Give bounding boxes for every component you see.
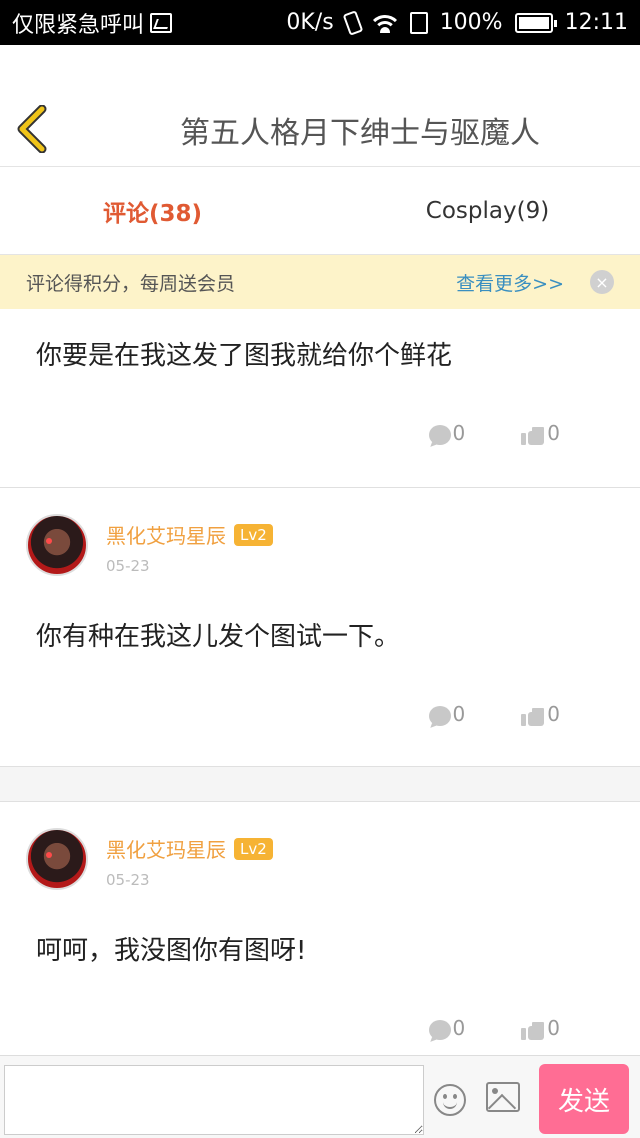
like-count: 0 bbox=[547, 702, 560, 726]
like-button[interactable]: 0 bbox=[521, 421, 560, 445]
battery-icon bbox=[514, 12, 557, 33]
back-button[interactable] bbox=[14, 104, 54, 154]
battery-percent: 100% bbox=[439, 10, 503, 35]
avatar[interactable] bbox=[26, 828, 88, 890]
reply-button[interactable]: 0 bbox=[428, 702, 466, 726]
comment-actions: 0 0 bbox=[428, 421, 560, 445]
tab-comments[interactable]: 评论(38) bbox=[0, 167, 325, 254]
comment-list[interactable]: 你要是在我这发了图我就给你个鲜花 0 0 黑化艾玛星辰 Lv2 05-23 你有… bbox=[0, 309, 640, 1055]
comment-text: 你要是在我这发了图我就给你个鲜花 bbox=[36, 341, 453, 371]
like-count: 0 bbox=[547, 1016, 560, 1040]
status-bar: 仅限紧急呼叫 0K/s 100% 12:11 bbox=[0, 0, 640, 45]
comment-actions: 0 0 bbox=[428, 1016, 560, 1040]
notice-text: 评论得积分，每周送会员 bbox=[26, 272, 236, 295]
like-button[interactable]: 0 bbox=[521, 1016, 560, 1040]
comment-bubble-icon bbox=[428, 425, 451, 445]
chevron-left-icon bbox=[17, 104, 47, 154]
gallery-icon bbox=[150, 12, 173, 33]
clock: 12:11 bbox=[564, 10, 628, 35]
like-count: 0 bbox=[547, 421, 560, 445]
page-title: 第五人格月下绅士与驱魔人 bbox=[180, 116, 540, 151]
tab-bar: 评论(38) Cosplay(9) bbox=[0, 167, 640, 255]
thumbs-up-icon bbox=[521, 423, 545, 445]
comment-user: 黑化艾玛星辰 Lv2 05-23 bbox=[26, 828, 273, 890]
thumbs-up-icon bbox=[521, 704, 545, 726]
wifi-icon bbox=[371, 13, 398, 33]
comment-date: 05-23 bbox=[106, 557, 150, 575]
close-icon[interactable]: × bbox=[590, 270, 614, 294]
reply-button[interactable]: 0 bbox=[428, 421, 466, 445]
send-button[interactable]: 发送 bbox=[539, 1064, 629, 1134]
comment-composer: 发送 bbox=[0, 1055, 640, 1138]
vibrate-icon bbox=[342, 9, 364, 36]
level-badge: Lv2 bbox=[234, 837, 273, 860]
view-more-link[interactable]: 查看更多>> bbox=[456, 269, 564, 296]
reply-count: 0 bbox=[452, 421, 466, 445]
network-speed: 0K/s bbox=[286, 10, 334, 35]
comment-text: 呵呵，我没图你有图呀! bbox=[36, 936, 307, 966]
carrier-text: 仅限紧急呼叫 bbox=[12, 12, 145, 38]
reply-count: 0 bbox=[452, 1016, 466, 1040]
comment-item: 黑化艾玛星辰 Lv2 05-23 你有种在我这儿发个图试一下。 0 0 bbox=[0, 488, 640, 766]
section-gap bbox=[0, 767, 640, 801]
comment-bubble-icon bbox=[428, 1020, 451, 1040]
comment-text: 你有种在我这儿发个图试一下。 bbox=[36, 622, 401, 652]
comment-date: 05-23 bbox=[106, 871, 150, 889]
reply-count: 0 bbox=[452, 702, 466, 726]
comment-actions: 0 0 bbox=[428, 702, 560, 726]
app-header: 第五人格月下绅士与驱魔人 bbox=[0, 45, 640, 167]
reply-button[interactable]: 0 bbox=[428, 1016, 466, 1040]
username[interactable]: 黑化艾玛星辰 bbox=[106, 520, 226, 549]
tab-cosplay[interactable]: Cosplay(9) bbox=[325, 167, 640, 254]
sim-icon bbox=[409, 11, 428, 34]
avatar[interactable] bbox=[26, 514, 88, 576]
comment-item: 你要是在我这发了图我就给你个鲜花 0 0 bbox=[0, 309, 640, 487]
username[interactable]: 黑化艾玛星辰 bbox=[106, 834, 226, 863]
like-button[interactable]: 0 bbox=[521, 702, 560, 726]
comment-input[interactable] bbox=[4, 1065, 424, 1135]
image-icon[interactable] bbox=[486, 1082, 520, 1112]
comment-bubble-icon bbox=[428, 706, 451, 726]
comment-user: 黑化艾玛星辰 Lv2 05-23 bbox=[26, 514, 273, 576]
notice-banner: 评论得积分，每周送会员 查看更多>> × bbox=[0, 255, 640, 309]
thumbs-up-icon bbox=[521, 1018, 545, 1040]
comment-item: 黑化艾玛星辰 Lv2 05-23 呵呵，我没图你有图呀! 0 0 bbox=[0, 802, 640, 1055]
emoji-icon[interactable] bbox=[434, 1084, 466, 1116]
level-badge: Lv2 bbox=[234, 523, 273, 546]
